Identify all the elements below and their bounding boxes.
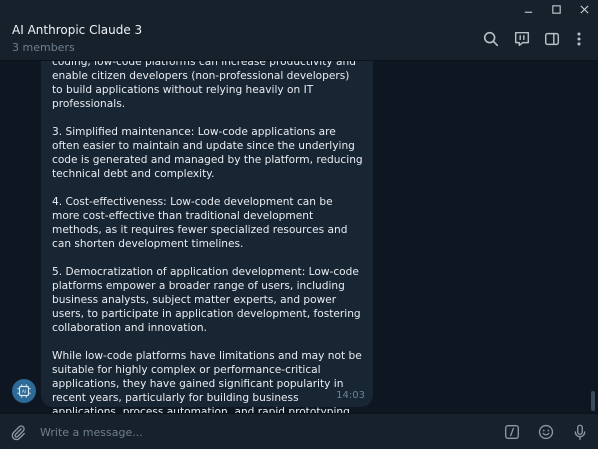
chat-title[interactable]: AI Anthropic Claude 3 xyxy=(12,23,142,37)
message-paragraph: 4. Cost-effectiveness: Low-code developm… xyxy=(52,196,348,250)
message-paragraph: coding, low-code platforms can increase … xyxy=(52,61,356,110)
microphone-icon[interactable] xyxy=(569,421,591,443)
sidebar-toggle-icon[interactable] xyxy=(541,28,563,50)
search-icon[interactable] xyxy=(480,28,502,50)
ai-chip-icon: AI xyxy=(17,384,31,398)
close-icon[interactable] xyxy=(570,0,598,18)
message-paragraph: While low-code platforms have limitation… xyxy=(52,350,362,413)
window-titlebar xyxy=(0,0,598,18)
message-paragraph: 3. Simplified maintenance: Low-code appl… xyxy=(52,126,363,180)
message-composer xyxy=(0,413,598,449)
maximize-icon[interactable] xyxy=(542,0,570,18)
members-count[interactable]: 3 members xyxy=(12,41,75,54)
more-vertical-icon[interactable] xyxy=(568,28,590,50)
bot-commands-icon[interactable] xyxy=(501,421,523,443)
attach-icon[interactable] xyxy=(7,421,29,443)
message-list[interactable]: coding, low-code platforms can increase … xyxy=(0,61,598,413)
message-bubble[interactable]: coding, low-code platforms can increase … xyxy=(41,61,373,413)
chat-header: AI Anthropic Claude 3 3 members xyxy=(0,18,598,61)
message-input[interactable] xyxy=(38,421,482,443)
scrollbar-thumb[interactable] xyxy=(591,391,595,411)
svg-text:AI: AI xyxy=(22,389,27,395)
live-stream-icon[interactable] xyxy=(511,28,533,50)
emoji-icon[interactable] xyxy=(535,421,557,443)
minimize-icon[interactable] xyxy=(514,0,542,18)
message-paragraph: 5. Democratization of application develo… xyxy=(52,266,361,334)
sender-avatar[interactable]: AI xyxy=(12,379,36,403)
message-time: 14:03 xyxy=(336,390,365,401)
